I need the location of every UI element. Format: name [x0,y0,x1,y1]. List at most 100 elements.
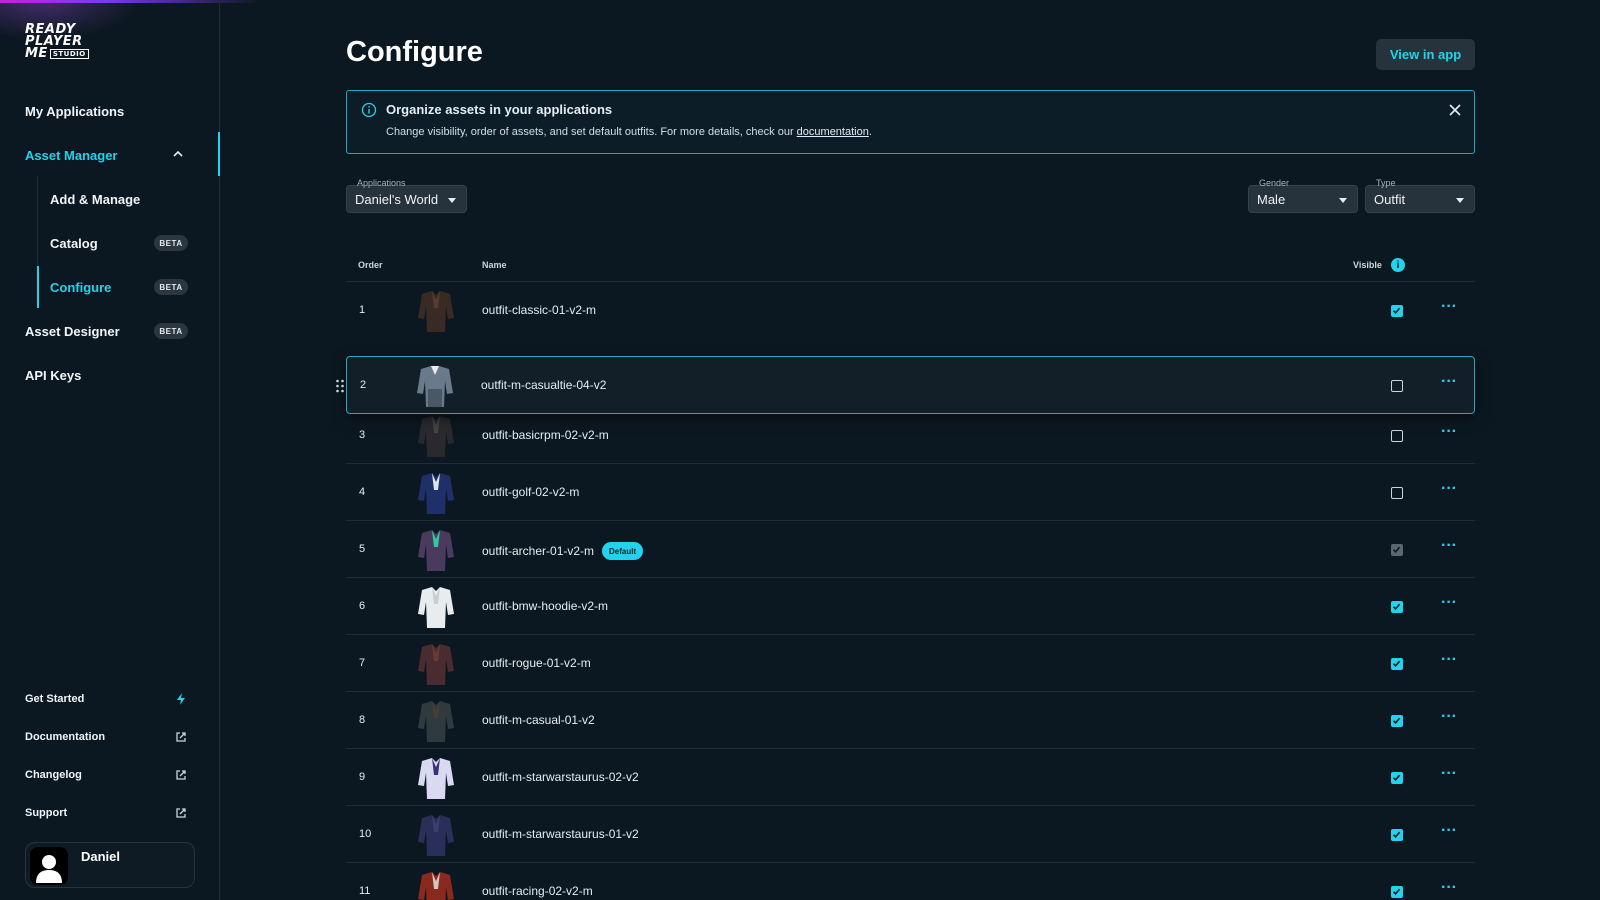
row-name: outfit-basicrpm-02-v2-m [482,428,609,442]
row-order: 10 [359,828,372,840]
user-name: Daniel [81,849,121,864]
more-options-icon[interactable]: ··· [1439,538,1459,555]
visible-checkbox[interactable] [1391,601,1403,613]
outfit-thumbnail [418,701,454,742]
nav-my-applications[interactable]: My Applications [25,104,124,119]
more-options-icon[interactable]: ··· [1439,595,1459,612]
applications-select[interactable]: Applications Daniel's World [346,178,467,213]
row-order: 8 [359,714,366,726]
more-options-icon[interactable]: ··· [1439,424,1459,441]
table-row[interactable]: 11 outfit-racing-02-v2-m ··· [346,862,1475,900]
nav-get-started[interactable]: Get Started [25,693,84,705]
more-options-icon[interactable]: ··· [1439,652,1459,669]
nav-add-manage[interactable]: Add & Manage [50,192,140,207]
outfit-thumbnail [418,530,454,571]
nav-configure[interactable]: Configure [50,280,111,295]
user-card[interactable]: Daniel [25,842,195,888]
gender-select[interactable]: Gender Male [1248,178,1358,213]
nav-support[interactable]: Support [25,807,67,819]
user-silhouette-icon [36,855,62,883]
type-select[interactable]: Type Outfit [1365,178,1475,213]
table-row[interactable]: 10 outfit-m-starwarstaurus-01-v2 ··· [346,805,1475,862]
table-row[interactable]: 9 outfit-m-starwarstaurus-02-v2 ··· [346,748,1475,805]
nav-api-keys[interactable]: API Keys [25,368,81,383]
active-indicator [218,132,220,176]
nav-asset-designer[interactable]: Asset Designer [25,324,120,339]
column-header-name: Name [482,260,507,270]
more-options-icon[interactable]: ··· [1439,374,1459,391]
outfit-thumbnail [418,872,454,900]
more-options-icon[interactable]: ··· [1439,481,1459,498]
row-name: outfit-rogue-01-v2-m [482,656,591,670]
more-options-icon[interactable]: ··· [1439,880,1459,897]
beta-badge: BETA [154,279,188,295]
info-banner: Organize assets in your applications Cha… [346,90,1475,154]
outfit-thumbnail [417,366,453,407]
table-row[interactable]: 4 outfit-golf-02-v2-m ··· [346,463,1475,520]
table-row[interactable]: 5 outfit-archer-01-v2-m Default ··· [346,520,1475,577]
row-name: outfit-archer-01-v2-m Default [482,542,644,560]
caret-down-icon [1456,198,1464,203]
external-link-icon [176,732,186,742]
banner-text: Change visibility, order of assets, and … [386,126,872,138]
checkmark-icon [1392,888,1401,895]
row-order: 4 [359,486,366,498]
checkmark-icon [1392,831,1401,838]
row-name: outfit-m-casualtie-04-v2 [481,378,607,392]
outfit-thumbnail [418,758,454,799]
visible-checkbox[interactable] [1391,305,1403,317]
visible-checkbox[interactable] [1391,487,1403,499]
documentation-link[interactable]: documentation [797,126,869,138]
more-options-icon[interactable]: ··· [1439,766,1459,783]
visible-checkbox[interactable] [1391,829,1403,841]
view-in-app-button[interactable]: View in app [1376,39,1475,70]
nav-catalog[interactable]: Catalog [50,236,98,251]
bolt-icon [177,693,185,705]
table-row[interactable]: 3 outfit-basicrpm-02-v2-m ··· [346,406,1475,463]
row-order: 2 [360,379,367,391]
more-options-icon[interactable]: ··· [1439,823,1459,840]
row-name: outfit-classic-01-v2-m [482,303,597,317]
nav-changelog[interactable]: Changelog [25,769,82,781]
type-value: Outfit [1374,192,1406,207]
ready-player-me-logo[interactable]: READY PLAYER ME STUDIO [25,23,91,60]
visible-checkbox[interactable] [1391,658,1403,670]
row-order: 7 [359,657,366,669]
visible-info-icon[interactable]: i [1391,258,1405,272]
applications-label: Applications [357,178,406,188]
close-icon[interactable] [1448,103,1462,117]
visible-checkbox[interactable] [1391,430,1403,442]
visible-checkbox[interactable] [1391,380,1403,392]
table-row[interactable]: 6 outfit-bmw-hoodie-v2-m ··· [346,577,1475,634]
visible-checkbox[interactable] [1391,886,1403,898]
table-row[interactable]: 8 outfit-m-casual-01-v2 ··· [346,691,1475,748]
checkmark-icon [1392,660,1401,667]
nav-documentation[interactable]: Documentation [25,731,105,743]
row-order: 1 [359,304,366,316]
chevron-up-icon[interactable] [172,148,184,160]
row-order: 3 [359,429,366,441]
outfit-thumbnail [418,815,454,856]
checkmark-icon [1392,774,1401,781]
outfit-thumbnail [418,644,454,685]
page-title: Configure [346,36,483,68]
nav-asset-manager[interactable]: Asset Manager [25,148,117,163]
more-options-icon[interactable]: ··· [1439,299,1459,316]
row-order: 5 [359,543,366,555]
gender-value: Male [1257,192,1286,207]
column-header-order: Order [358,260,383,270]
visible-checkbox [1391,544,1403,556]
info-icon [361,102,377,118]
row-name: outfit-m-starwarstaurus-01-v2 [482,827,639,841]
outfit-thumbnail [418,416,454,457]
visible-checkbox[interactable] [1391,715,1403,727]
table-row[interactable]: 7 outfit-rogue-01-v2-m ··· [346,634,1475,691]
drag-handle-icon[interactable] [335,379,345,393]
more-options-icon[interactable]: ··· [1439,709,1459,726]
visible-checkbox[interactable] [1391,772,1403,784]
dragged-table-row[interactable]: 2 outfit-m-casualtie-04-v2 ··· [336,356,1475,414]
table-row[interactable]: 1 outfit-classic-01-v2-m ··· [346,281,1475,338]
row-order: 11 [359,885,371,897]
gender-label: Gender [1259,178,1290,188]
external-link-icon [176,770,186,780]
